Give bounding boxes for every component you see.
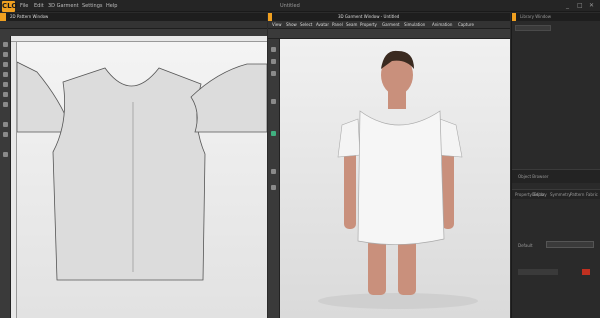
floor-shadow	[318, 293, 478, 309]
pattern-svg	[17, 61, 267, 281]
prop-tab-fabric[interactable]: Fabric	[586, 192, 598, 197]
maximize-icon[interactable]: □	[577, 2, 583, 9]
pattern-tools	[0, 36, 11, 318]
zoom-tool-icon[interactable]	[271, 71, 276, 76]
avatar-svg	[318, 50, 478, 309]
timeline-bar[interactable]	[518, 269, 558, 275]
garment-menu-simulation[interactable]: Simulation	[404, 22, 425, 27]
prop-tab-display[interactable]: Display	[532, 192, 547, 197]
garment-tab-marker	[268, 13, 272, 21]
pattern-tab[interactable]: 2D Pattern Window	[10, 14, 48, 19]
curve-tool-icon[interactable]	[3, 82, 8, 87]
avatar-leg-right	[398, 239, 416, 295]
garment-tab-bar: 3D Garment Window - Untitled	[268, 13, 510, 21]
menu-settings[interactable]: Settings	[82, 3, 103, 9]
seam-tool-icon[interactable]	[3, 122, 8, 127]
garment-tools	[268, 39, 280, 318]
garment-toolbar	[268, 29, 510, 39]
polygon-tool-icon[interactable]	[3, 102, 8, 107]
menu-3d-garment[interactable]: 3D Garment	[48, 3, 79, 9]
line-tool-icon[interactable]	[3, 72, 8, 77]
garment-menu-property[interactable]: Property	[360, 22, 377, 27]
record-icon[interactable]	[582, 269, 590, 275]
app-title: Untitled	[280, 3, 300, 9]
fold-tool-icon[interactable]	[3, 152, 8, 157]
transform-tool-icon[interactable]	[3, 52, 8, 57]
library-tab-marker	[512, 13, 516, 21]
fold-3d-tool-icon[interactable]	[271, 185, 276, 190]
menu-help[interactable]: Help	[106, 3, 117, 9]
app-logo: CLO	[2, 1, 18, 12]
prop-tab-pattern[interactable]: Pattern	[570, 192, 584, 197]
rotate-tool-icon[interactable]	[271, 47, 276, 52]
garment-menu-garment[interactable]: Garment	[382, 22, 400, 27]
close-icon[interactable]: ✕	[589, 2, 594, 9]
garment-menu-capture[interactable]: Capture	[458, 22, 474, 27]
arrange-tool-icon[interactable]	[271, 99, 276, 104]
garment-sleeve-left	[337, 118, 361, 158]
garment-menu-select[interactable]: Select	[300, 22, 312, 27]
avatar-arm-left	[344, 151, 356, 229]
pattern-tab-marker	[0, 13, 6, 21]
sewing-tool-icon[interactable]	[3, 132, 8, 137]
pattern-subbar	[0, 21, 267, 29]
simulate-icon[interactable]	[271, 131, 276, 136]
garment-menu-view[interactable]: View	[272, 22, 282, 27]
garment-menu-seam[interactable]: Seam	[346, 22, 357, 27]
menu-file[interactable]: File	[20, 3, 28, 9]
garment-tab[interactable]: 3D Garment Window - Untitled	[338, 14, 399, 19]
prop-tab-symmetry[interactable]: Symmetry	[550, 192, 571, 197]
object-browser-section: Object Browser	[512, 169, 600, 183]
pattern-tab-bar: 2D Pattern Window	[0, 13, 267, 21]
pin-tool-icon[interactable]	[271, 169, 276, 174]
default-dropdown[interactable]	[546, 241, 594, 248]
garment-menu-show[interactable]: Show	[286, 22, 297, 27]
library-tab[interactable]: Library Window	[520, 14, 551, 19]
garment-menubar: View Show Select Avatar Panel Seam Prope…	[268, 21, 510, 29]
rectangle-tool-icon[interactable]	[3, 92, 8, 97]
3d-viewport[interactable]	[280, 39, 510, 318]
property-tabs: Property Editor Display Symmetry Pattern…	[512, 189, 600, 199]
object-browser-button[interactable]	[515, 25, 551, 31]
garment-menu-animation[interactable]: Animation	[432, 22, 452, 27]
select-tool-icon[interactable]	[3, 42, 8, 47]
avatar-arm-right	[442, 151, 454, 229]
library-tab-bar: Library Window	[512, 13, 600, 21]
pattern-canvas[interactable]	[17, 42, 267, 318]
object-browser-label: Object Browser	[518, 174, 549, 179]
minimize-icon[interactable]: _	[566, 2, 569, 9]
garment-menu-avatar[interactable]: Avatar	[316, 22, 329, 27]
garment-menu-panel[interactable]: Panel	[332, 22, 343, 27]
pan-tool-icon[interactable]	[271, 59, 276, 64]
front-bodice-pattern	[52, 67, 206, 281]
menu-edit[interactable]: Edit	[34, 3, 44, 9]
garment-body	[357, 110, 445, 245]
right-sleeve-pattern	[190, 63, 267, 133]
default-value: Default	[518, 243, 533, 248]
point-tool-icon[interactable]	[3, 62, 8, 67]
right-panel: Library Window Object Browser Property E…	[511, 13, 600, 318]
avatar-leg-left	[368, 239, 386, 295]
